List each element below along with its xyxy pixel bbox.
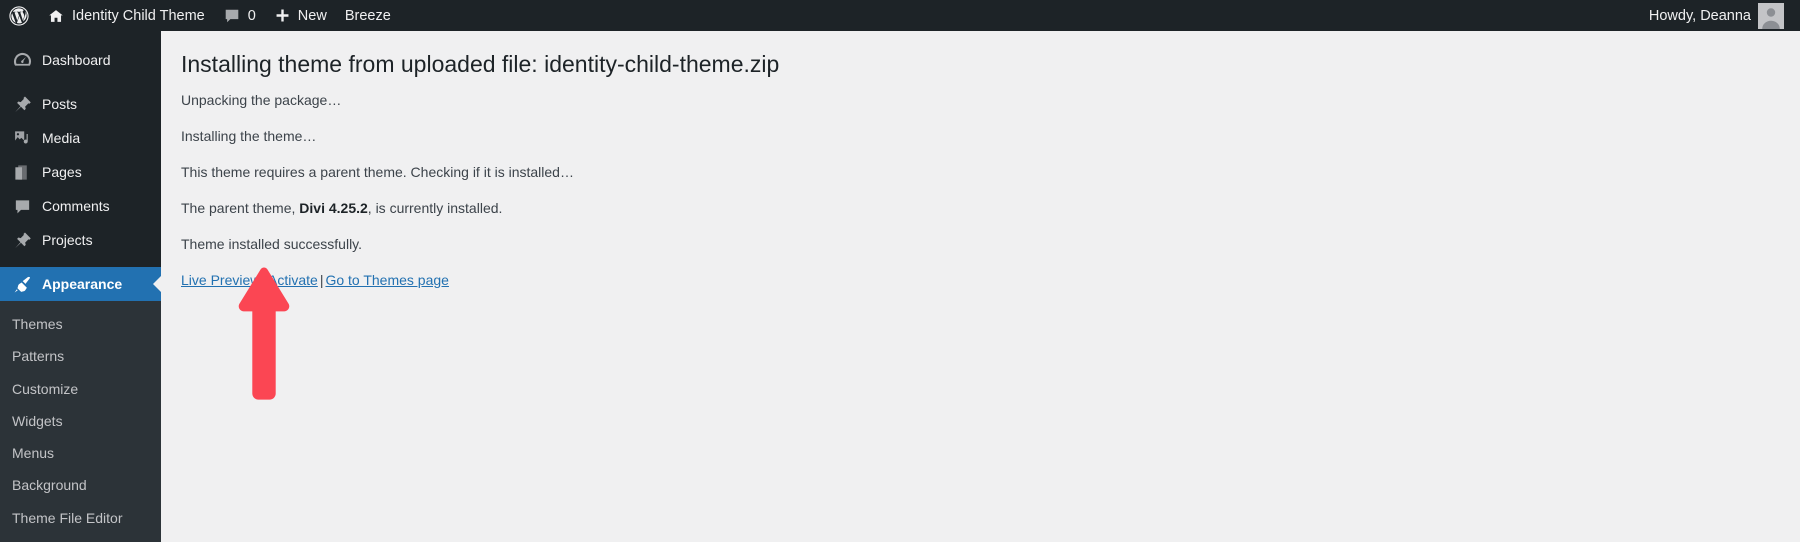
- live-preview-link[interactable]: Live Preview: [181, 272, 260, 288]
- go-to-themes-page-link[interactable]: Go to Themes page: [325, 272, 448, 288]
- submenu-item-widgets[interactable]: Widgets: [0, 405, 161, 437]
- pin-icon: [12, 94, 32, 114]
- admin-bar-spacer: [400, 0, 1640, 31]
- menu-separator: [0, 257, 161, 267]
- status-line-installing: Installing the theme…: [181, 126, 1780, 147]
- breeze-label: Breeze: [344, 7, 391, 24]
- sidebar-item-media[interactable]: Media: [0, 121, 161, 155]
- sidebar-item-label: Comments: [42, 198, 110, 214]
- plus-icon: [274, 7, 291, 24]
- wordpress-logo-button[interactable]: [0, 0, 38, 31]
- current-menu-pointer-icon: [153, 276, 161, 292]
- breeze-menu[interactable]: Breeze: [336, 0, 400, 31]
- appearance-submenu: Themes Patterns Customize Widgets Menus …: [0, 301, 161, 542]
- howdy-label: Howdy, Deanna: [1648, 7, 1751, 24]
- admin-menu: Dashboard Posts Media Pages Comments Pro…: [0, 31, 161, 542]
- submenu-item-patterns[interactable]: Patterns: [0, 340, 161, 372]
- site-name-label: Identity Child Theme: [72, 7, 205, 24]
- status-line-success: Theme installed successfully.: [181, 234, 1780, 255]
- comments-count: 0: [247, 7, 256, 24]
- content-inner: Installing theme from uploaded file: ide…: [161, 31, 1800, 291]
- status-line-text-tail: , is currently installed.: [367, 199, 503, 216]
- admin-sidebar: Dashboard Posts Media Pages Comments Pro…: [0, 31, 161, 542]
- status-line-text: The parent theme,: [181, 199, 300, 216]
- submenu-item-customize[interactable]: Customize: [0, 373, 161, 405]
- submenu-item-menus[interactable]: Menus: [0, 437, 161, 469]
- status-line-text: Installing the theme…: [181, 127, 317, 144]
- status-line-parent-installed: The parent theme, Divi 4.25.2, is curren…: [181, 198, 1780, 219]
- sidebar-item-label: Projects: [42, 232, 93, 248]
- submenu-item-themes[interactable]: Themes: [0, 308, 161, 340]
- sidebar-item-label: Pages: [42, 164, 82, 180]
- dashboard-icon: [12, 50, 32, 70]
- submenu-item-theme-file-editor[interactable]: Theme File Editor: [0, 502, 161, 534]
- sidebar-item-label: Appearance: [42, 276, 123, 292]
- pages-icon: [12, 162, 32, 182]
- status-line-text: Theme installed successfully.: [181, 235, 363, 252]
- sidebar-item-label: Dashboard: [42, 52, 111, 68]
- admin-bar: Identity Child Theme 0 New Breeze Howdy,…: [0, 0, 1800, 31]
- comments-menu[interactable]: 0: [214, 0, 265, 31]
- status-line-unpacking: Unpacking the package…: [181, 90, 1780, 111]
- home-icon: [47, 7, 65, 25]
- parent-theme-name: Divi 4.25.2: [299, 199, 368, 216]
- status-line-parent-check: This theme requires a parent theme. Chec…: [181, 162, 1780, 183]
- menu-separator: [0, 77, 161, 87]
- site-name-menu[interactable]: Identity Child Theme: [38, 0, 214, 31]
- comment-bubble-icon: [12, 196, 32, 216]
- sidebar-item-dashboard[interactable]: Dashboard: [0, 43, 161, 77]
- comment-bubble-icon: [223, 7, 241, 25]
- status-line-text: This theme requires a parent theme. Chec…: [181, 163, 574, 180]
- pin-icon: [12, 230, 32, 250]
- sidebar-item-comments[interactable]: Comments: [0, 189, 161, 223]
- user-avatar-icon: [1758, 2, 1784, 29]
- activate-link[interactable]: Activate: [268, 272, 318, 288]
- wordpress-logo-icon: [9, 5, 29, 26]
- new-content-label: New: [297, 7, 327, 24]
- paintbrush-icon: [12, 274, 32, 294]
- my-account-menu[interactable]: Howdy, Deanna: [1640, 0, 1800, 31]
- sidebar-item-appearance[interactable]: Appearance: [0, 267, 161, 301]
- new-content-menu[interactable]: New: [265, 0, 336, 31]
- media-icon: [12, 128, 32, 148]
- status-line-text: Unpacking the package…: [181, 91, 342, 108]
- page-title: Installing theme from uploaded file: ide…: [181, 51, 780, 77]
- sidebar-item-pages[interactable]: Pages: [0, 155, 161, 189]
- sidebar-item-label: Posts: [42, 96, 78, 112]
- sidebar-item-posts[interactable]: Posts: [0, 87, 161, 121]
- content-area: Installing theme from uploaded file: ide…: [161, 31, 1800, 538]
- action-separator: |: [262, 271, 267, 288]
- sidebar-item-label: Media: [42, 130, 81, 146]
- sidebar-item-projects[interactable]: Projects: [0, 223, 161, 257]
- submenu-item-background[interactable]: Background: [0, 469, 161, 501]
- theme-actions: Live Preview | Activate | Go to Themes page: [181, 270, 1780, 291]
